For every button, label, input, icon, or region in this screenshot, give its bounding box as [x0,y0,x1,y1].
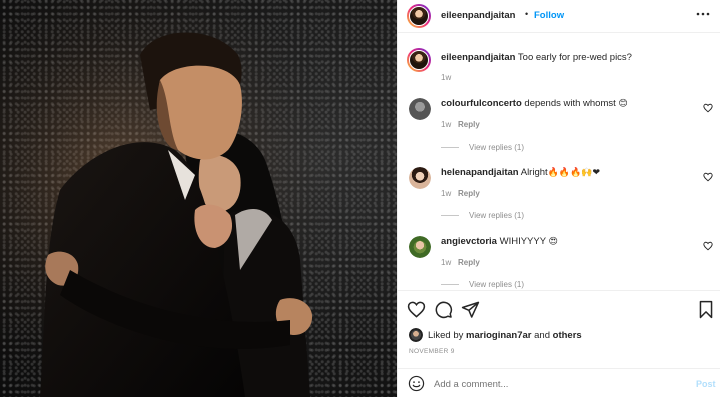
caption: eileenpandjaitan Too early for pre-wed p… [441,51,632,64]
likes-conjunction: and [534,330,550,341]
likes-summary: Liked by marioginan7ar and others [428,329,582,342]
comment-like-heart-icon[interactable] [703,172,713,182]
comment-input[interactable] [434,377,674,391]
comment-username[interactable]: colourfulconcerto [441,98,522,109]
replies-divider [441,284,459,286]
follow-button[interactable]: Follow [534,10,564,21]
commenter-avatar[interactable] [409,98,431,120]
comment-text: Alright [520,167,548,178]
replies-divider [441,147,459,149]
avatar-image [409,98,431,120]
view-replies-button[interactable]: View replies (1) [441,280,524,289]
post-photo[interactable] [0,0,397,397]
reply-button[interactable]: Reply [458,189,480,198]
comment-2: helenapandjaitan Alright🔥🔥🔥🙌❤ [441,166,600,180]
view-replies-label: View replies (1) [469,143,524,152]
comment-like-heart-icon[interactable] [703,103,713,113]
avatar-image [409,328,423,342]
view-replies-button[interactable]: View replies (1) [441,211,524,220]
comment-like-heart-icon[interactable] [703,241,713,251]
paper-plane-icon[interactable] [461,300,480,319]
avatar-image [409,50,429,70]
comment-time[interactable]: 1w [441,120,451,129]
header-separator: • [525,9,529,19]
avatar-image [409,167,431,189]
author-avatar[interactable] [407,4,431,28]
post-actions: Liked by marioginan7ar and others NOVEMB… [398,290,720,368]
author-username[interactable]: eileenpandjaitan [441,10,515,21]
ellipsis-icon[interactable] [695,6,711,22]
avatar-image [409,236,431,258]
caption-time[interactable]: 1w [441,73,451,82]
reply-button[interactable]: Reply [458,120,480,129]
liker-username[interactable]: marioginan7ar [466,330,531,341]
avatar-image [409,6,429,26]
caption-avatar[interactable] [407,48,431,72]
likes-prefix: Liked by [428,330,464,341]
commenter-avatar[interactable] [409,236,431,258]
liker-avatar[interactable] [409,328,423,342]
comment-time[interactable]: 1w [441,189,451,198]
post-details-panel: eileenpandjaitan • Follow eileenpandjait… [397,0,720,397]
view-replies-label: View replies (1) [469,280,524,289]
instagram-post: eileenpandjaitan • Follow eileenpandjait… [0,0,720,397]
bookmark-icon[interactable] [698,300,714,319]
comment-username[interactable]: angievctoria [441,236,497,247]
comment-3: angievctoria WIHIYYYY 😍 [441,235,558,249]
comment-icon[interactable] [434,300,453,319]
comment-emoji: 😍 [548,237,558,247]
caption-text: Too early for pre-wed pics? [517,52,632,63]
caption-username[interactable]: eileenpandjaitan [441,52,515,63]
replies-divider [441,215,459,217]
commenter-avatar[interactable] [409,167,431,189]
couple-photo-illustration [0,0,397,397]
post-date[interactable]: NOVEMBER 9 [409,348,455,355]
comment-time[interactable]: 1w [441,258,451,267]
comment-username[interactable]: helenapandjaitan [441,167,519,178]
post-header: eileenpandjaitan • Follow [398,0,720,33]
view-replies-label: View replies (1) [469,211,524,220]
heart-icon[interactable] [407,300,426,319]
comment-emoji: 🔥🔥🔥🙌❤ [547,168,601,178]
comment-text: WIHIYYYY [499,236,546,247]
post-comment-button[interactable]: Post [696,379,716,389]
view-replies-button[interactable]: View replies (1) [441,143,524,152]
add-comment-bar: Post [398,368,720,397]
comment-emoji: 😊 [618,99,628,109]
smiley-icon[interactable] [408,375,425,392]
comment-1: colourfulconcerto depends with whomst 😊 [441,97,628,111]
comment-text: depends with whomst [524,98,616,109]
reply-button[interactable]: Reply [458,258,480,267]
likes-others-link[interactable]: others [553,330,582,341]
